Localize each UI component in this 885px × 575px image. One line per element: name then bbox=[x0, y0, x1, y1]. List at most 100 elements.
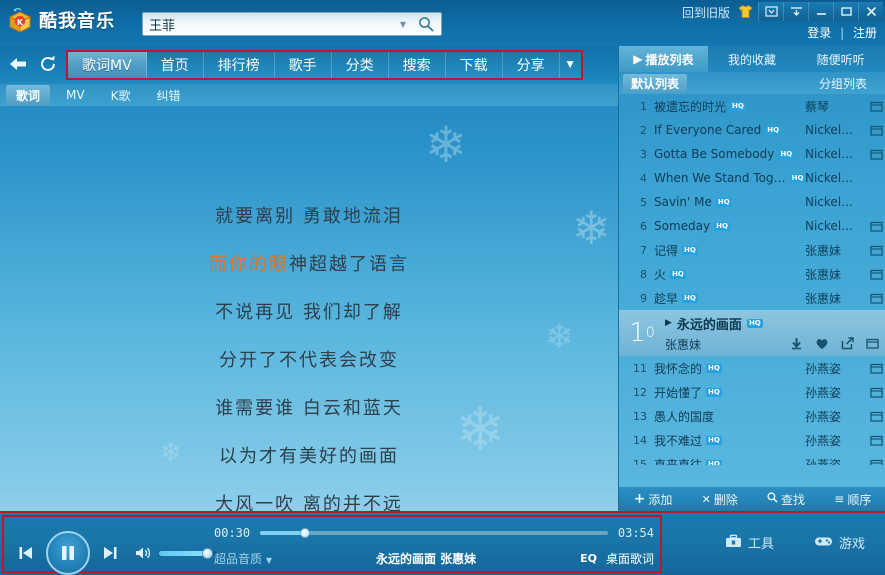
app-logo[interactable]: K 酷我音乐 bbox=[6, 6, 115, 34]
volume-control[interactable] bbox=[134, 545, 217, 561]
favorite-heart-icon[interactable] bbox=[815, 337, 829, 352]
mv-box-icon[interactable] bbox=[867, 268, 885, 280]
lyric-line: 以为才有美好的画面 bbox=[219, 446, 399, 467]
mv-box-icon[interactable] bbox=[867, 124, 885, 136]
search-icon[interactable] bbox=[411, 13, 441, 35]
order-button[interactable]: ≡ 顺序 bbox=[834, 491, 871, 508]
tab-geci-mv[interactable]: 歌词MV bbox=[68, 52, 147, 78]
subtab-lyrics[interactable]: 歌词 bbox=[6, 84, 51, 106]
hq-badge: HQ bbox=[706, 435, 722, 445]
tab-search[interactable]: 搜索 bbox=[388, 52, 446, 78]
chevron-down-icon[interactable]: ▼ bbox=[395, 20, 411, 29]
tab-favorites[interactable]: 我的收藏 bbox=[707, 46, 797, 72]
tab-home[interactable]: 首页 bbox=[146, 52, 204, 78]
playlist-row[interactable]: 3 Gotta Be Somebody HQ Nickel… bbox=[619, 142, 885, 166]
nav-history-buttons bbox=[6, 52, 60, 76]
playlist-row[interactable]: 15 直来直往 HQ 孙燕姿 bbox=[619, 452, 885, 465]
hq-badge: HQ bbox=[765, 125, 782, 135]
playlist-row[interactable]: 6 Someday HQ Nickel… bbox=[619, 214, 885, 238]
volume-slider[interactable] bbox=[159, 547, 217, 559]
row-title-text: Gotta Be Somebody bbox=[654, 147, 775, 161]
previous-track-icon[interactable] bbox=[16, 543, 36, 563]
lyrics-panel[interactable]: 就要离别 勇敢地流泪 而你的眼神超越了语言 而你的眼 不说再见 我们却了解 分开… bbox=[0, 106, 618, 511]
progress-slider-handle[interactable] bbox=[300, 528, 311, 538]
skin-icon[interactable] bbox=[733, 2, 758, 21]
playlist-row[interactable]: 2 If Everyone Cared HQ Nickel… bbox=[619, 118, 885, 142]
mv-box-icon[interactable] bbox=[867, 100, 885, 112]
tab-playlist[interactable]: ▶ 播放列表 bbox=[619, 46, 708, 72]
row-index-sup: 0 bbox=[645, 325, 655, 341]
volume-slider-handle[interactable] bbox=[201, 547, 213, 559]
dock-top-icon[interactable] bbox=[783, 2, 808, 21]
row-artist: 孙燕姿 bbox=[805, 433, 842, 448]
playlist-row[interactable]: 1 被遗忘的时光 HQ 蔡琴 bbox=[619, 94, 885, 118]
add-button[interactable]: + 添加 bbox=[634, 491, 673, 508]
delete-button[interactable]: ✕ 删除 bbox=[702, 491, 738, 508]
mv-box-icon[interactable] bbox=[867, 434, 885, 446]
mv-box-icon[interactable] bbox=[866, 337, 879, 351]
row-index: 11 bbox=[633, 361, 647, 375]
desktop-lyric-button[interactable]: 桌面歌词 bbox=[606, 550, 654, 567]
playlist-row[interactable]: 5 Savin' Me HQ Nickel… bbox=[619, 190, 885, 214]
download-icon[interactable] bbox=[790, 337, 803, 352]
search-input[interactable] bbox=[143, 16, 395, 32]
playlist-row[interactable]: 14 我不难过 HQ 孙燕姿 bbox=[619, 428, 885, 452]
tab-ranking[interactable]: 排行榜 bbox=[203, 52, 275, 78]
mv-box-icon[interactable] bbox=[867, 410, 885, 422]
lyric-line: 谁需要谁 白云和蓝天 bbox=[215, 398, 403, 419]
minimize-icon[interactable] bbox=[808, 2, 833, 21]
find-button[interactable]: 查找 bbox=[767, 491, 805, 508]
tools-button[interactable]: 工具 bbox=[725, 533, 774, 552]
playlist-items[interactable]: 1 被遗忘的时光 HQ 蔡琴 2 If Everyone Cared HQ Ni… bbox=[619, 94, 885, 465]
next-track-icon[interactable] bbox=[100, 543, 120, 563]
mini-mode-icon[interactable] bbox=[758, 2, 783, 21]
mv-box-icon[interactable] bbox=[867, 292, 885, 304]
current-song-info: 永远的画面 张惠妹 bbox=[376, 550, 476, 567]
eq-button[interactable]: EQ bbox=[580, 552, 597, 565]
row-artist: 孙燕姿 bbox=[805, 457, 842, 466]
pause-icon[interactable] bbox=[46, 531, 90, 575]
playlist-row[interactable]: 7 记得 HQ 张惠妹 bbox=[619, 238, 885, 262]
tab-radio[interactable]: 随便听听 bbox=[796, 46, 885, 72]
mv-box-icon[interactable] bbox=[867, 362, 885, 374]
tab-category[interactable]: 分类 bbox=[331, 52, 389, 78]
row-title: 直来直往 HQ bbox=[654, 456, 805, 465]
playlist-row-selected[interactable]: 10 ▶ 永远的画面 HQ 张惠妹 bbox=[619, 310, 885, 356]
playlist-row[interactable]: 13 愚人的国度 孙燕姿 bbox=[619, 404, 885, 428]
playlist-row[interactable]: 4 When We Stand Tog… HQ Nickel… bbox=[619, 166, 885, 190]
mv-box-icon[interactable] bbox=[867, 148, 885, 160]
playlist-row[interactable]: 12 开始懂了 HQ 孙燕姿 bbox=[619, 380, 885, 404]
refresh-icon[interactable] bbox=[36, 52, 60, 76]
mv-box-icon[interactable] bbox=[867, 220, 885, 232]
volume-icon[interactable] bbox=[134, 545, 152, 561]
search-box[interactable]: ▼ bbox=[142, 12, 442, 36]
group-list-button[interactable]: 分组列表 bbox=[811, 74, 875, 93]
mv-box-icon[interactable] bbox=[867, 244, 885, 256]
register-link[interactable]: 注册 bbox=[853, 26, 877, 40]
back-arrow-icon[interactable] bbox=[6, 52, 30, 76]
progress-slider[interactable] bbox=[260, 528, 608, 538]
subtab-correction[interactable]: 纠错 bbox=[146, 85, 190, 106]
playlist-row[interactable]: 11 我怀念的 HQ 孙燕姿 bbox=[619, 356, 885, 380]
audio-quality-selector[interactable]: 超品音质 ▼ bbox=[214, 550, 272, 567]
games-button[interactable]: 游戏 bbox=[814, 533, 865, 552]
track-info-row: 超品音质 ▼ 永远的画面 张惠妹 EQ 桌面歌词 bbox=[214, 550, 654, 567]
close-icon[interactable] bbox=[858, 2, 883, 21]
maximize-icon[interactable] bbox=[833, 2, 858, 21]
playlist-row[interactable]: 9 趁早 HQ 张惠妹 bbox=[619, 286, 885, 310]
lyric-line-current-highlight: 而你的眼 bbox=[209, 254, 289, 275]
playlist-row[interactable]: 8 火 HQ 张惠妹 bbox=[619, 262, 885, 286]
selected-row-meta: 张惠妹 bbox=[665, 336, 879, 353]
tab-download[interactable]: 下载 bbox=[445, 52, 503, 78]
subtab-karaoke[interactable]: K歌 bbox=[101, 85, 141, 106]
login-link[interactable]: 登录 bbox=[807, 26, 831, 40]
share-icon[interactable] bbox=[841, 336, 854, 352]
subtab-mv[interactable]: MV bbox=[56, 86, 95, 104]
mv-box-icon[interactable] bbox=[867, 386, 885, 398]
default-list-button[interactable]: 默认列表 bbox=[623, 73, 688, 93]
chevron-down-icon[interactable]: ▼ bbox=[559, 52, 581, 78]
mv-box-icon[interactable] bbox=[867, 458, 885, 465]
tab-share[interactable]: 分享 bbox=[502, 52, 560, 78]
tab-artists[interactable]: 歌手 bbox=[274, 52, 332, 78]
back-to-old-version-link[interactable]: 回到旧版 bbox=[682, 4, 730, 21]
